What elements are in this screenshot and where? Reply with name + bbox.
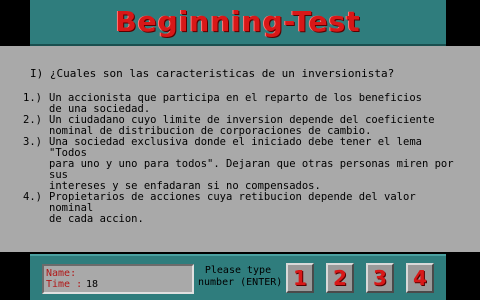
answer-key-4-button[interactable]: 4 xyxy=(406,263,434,293)
player-info-box: Name: Time : 18 xyxy=(42,264,194,294)
name-row: Name: xyxy=(46,268,192,279)
answer-option-1[interactable]: 1.) Un accionista que participa en el re… xyxy=(23,93,463,115)
answer-text: Una sociedad exclusiva donde el iniciado… xyxy=(49,136,454,192)
time-value: 18 xyxy=(86,279,99,290)
answer-number: 1.) xyxy=(23,92,42,104)
question-panel: I) ¿Cuales son las caracteristicas de un… xyxy=(0,46,480,252)
title-bar: Beginning-Test xyxy=(30,0,446,46)
answer-text: Un accionista que participa en el repart… xyxy=(49,92,422,115)
time-label: Time : xyxy=(46,279,83,290)
answer-option-3[interactable]: 3.) Una sociedad exclusiva donde el inic… xyxy=(23,137,463,192)
input-prompt: Please type number (ENTER) xyxy=(198,265,283,289)
answer-text: Un ciudadano cuyo limite de inversion de… xyxy=(49,114,435,137)
answer-key-1-button[interactable]: 1 xyxy=(286,263,314,293)
app-title: Beginning-Test xyxy=(115,5,361,38)
answer-key-2-button[interactable]: 2 xyxy=(326,263,354,293)
question-text: I) ¿Cuales son las caracteristicas de un… xyxy=(30,67,395,80)
answer-list: 1.) Un accionista que participa en el re… xyxy=(23,93,463,225)
answer-number: 4.) xyxy=(23,191,42,203)
answer-option-4[interactable]: 4.) Propietarios de acciones cuya retibu… xyxy=(23,192,463,225)
answer-key-3-button[interactable]: 3 xyxy=(366,263,394,293)
control-bar: Name: Time : 18 Please type number (ENTE… xyxy=(30,254,446,300)
prompt-line-1: Please type xyxy=(204,265,272,276)
time-row: Time : 18 xyxy=(46,279,192,290)
answer-text: Propietarios de acciones cuya retibucion… xyxy=(49,191,416,225)
name-label: Name: xyxy=(46,268,77,279)
answer-number: 2.) xyxy=(23,114,42,126)
answer-number: 3.) xyxy=(23,136,42,148)
prompt-line-2: number (ENTER) xyxy=(198,277,283,288)
answer-option-2[interactable]: 2.) Un ciudadano cuyo limite de inversio… xyxy=(23,115,463,137)
